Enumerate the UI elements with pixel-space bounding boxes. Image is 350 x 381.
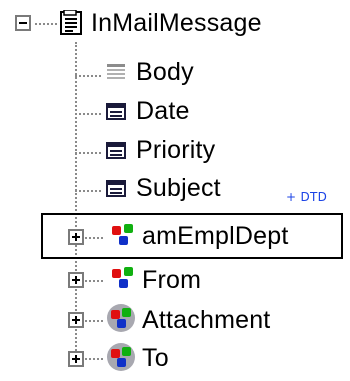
tree-connector: [85, 280, 103, 282]
tree-connector: [75, 75, 101, 77]
tree-node-label: Attachment: [142, 306, 271, 334]
complex-element-icon: [110, 222, 134, 246]
collapse-toggle[interactable]: [15, 15, 31, 31]
expand-toggle[interactable]: [68, 312, 84, 328]
tree-node-label: Date: [136, 97, 190, 125]
simple-element-icon: [104, 100, 128, 124]
tree-connector: [75, 190, 101, 192]
simple-element-icon: [104, 177, 128, 201]
tree-connector: [85, 358, 103, 360]
complex-group-icon: [106, 303, 135, 332]
tree-connector: [75, 152, 101, 154]
tree-node-label: Priority: [136, 136, 216, 164]
complex-group-icon: [106, 342, 135, 371]
expand-toggle[interactable]: [68, 229, 84, 245]
tree-node-label: From: [142, 266, 202, 294]
tree-node-label: To: [142, 344, 169, 372]
tree-node-label: amEmplDept: [142, 222, 289, 250]
tree-node-label: Body: [136, 58, 194, 86]
complex-element-icon: [110, 265, 134, 289]
tree-connector: [85, 320, 103, 322]
tree-node-label: Subject: [136, 174, 221, 202]
tree-connector: [35, 23, 57, 25]
expand-toggle[interactable]: [68, 351, 84, 367]
xml-tree-view: InMailMessage Body Date Priority Subject…: [0, 0, 350, 381]
expand-toggle[interactable]: [68, 272, 84, 288]
document-icon: [60, 9, 84, 35]
simple-element-icon: [104, 139, 128, 163]
dtd-badge: + DTD: [286, 190, 328, 204]
text-element-icon: [104, 61, 128, 85]
tree-connector: [75, 113, 101, 115]
tree-connector: [75, 42, 77, 358]
tree-node-label[interactable]: InMailMessage: [91, 8, 262, 38]
